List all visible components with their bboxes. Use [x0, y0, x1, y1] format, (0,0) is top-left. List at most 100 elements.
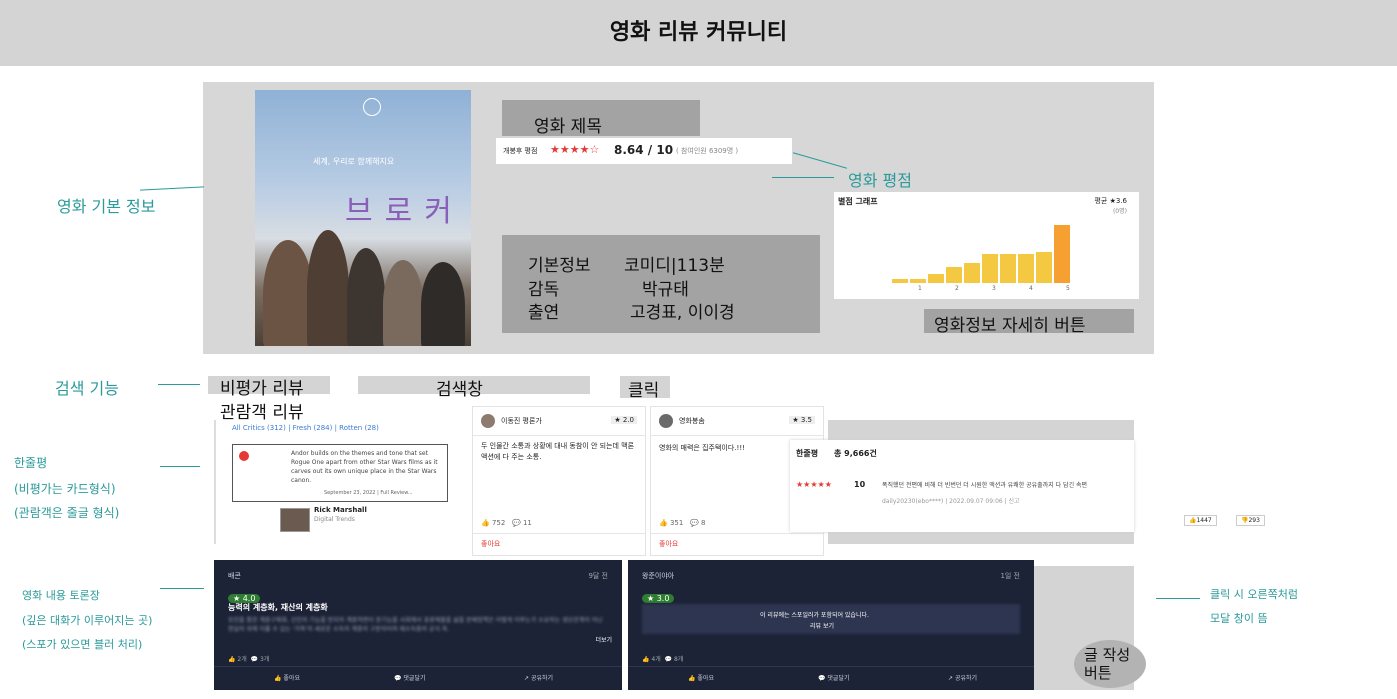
click-button[interactable]: 클릭: [620, 376, 670, 401]
audience-review-section: 한줄평 총 9,666건 ★★★★★ 10 폭직했던 전편에 비해 더 빈번던 …: [790, 440, 1192, 532]
critic-filters: All Critics (312) | Fresh (284) | Rotten…: [232, 424, 379, 432]
share-button[interactable]: ↗ 공유하기: [524, 673, 553, 682]
rating-tick-label: 5: [1066, 285, 1070, 292]
chart-summary-sub: (0명): [1112, 208, 1127, 215]
poster-title: 브로커: [345, 194, 464, 229]
spoiler-notice: 이 리뷰에는 스포일러가 포함되어 있습니다.: [760, 612, 869, 619]
festival-logo-icon: [363, 98, 381, 116]
arrow-rating: [772, 177, 834, 178]
rating-bar: [892, 279, 908, 283]
discussion-body: 뮤진을 통한 계층구획화, 신인의 기능을 반지의 계층적변이 분기능을 사회에…: [228, 617, 603, 633]
page-title: 영화 리뷰 커뮤니티: [609, 20, 788, 45]
divider: [214, 666, 622, 667]
review-card[interactable]: 이동진 평론가 ★ 2.0 두 인물간 소통과 상황에 대내 동참이 안 되는데…: [472, 406, 646, 556]
discussion-card-spoiler[interactable]: 왕준이야아 1일 전 ★ 3.0 이 리뷰에는 스포일러가 포함되어 있습니다.…: [628, 560, 1034, 690]
rating-bar: [910, 279, 926, 283]
filter-fresh[interactable]: Fresh (284): [293, 424, 333, 432]
divider: [473, 533, 645, 534]
arrow-search: [158, 384, 200, 385]
discussion-card[interactable]: 배콘 9달 전 ★ 4.0 능력의 계층화, 재산의 계층화 뮤진을 통한 계층…: [214, 560, 622, 690]
annotation-discussion-2: (깊은 대화가 이루어지는 곳): [22, 614, 153, 627]
search-input-label: 검색창: [436, 380, 483, 400]
write-button[interactable]: 글 작성 버튼: [1074, 640, 1146, 688]
discussion-stats: 👍 4개 💬 8개: [642, 654, 683, 663]
like-button[interactable]: 👍 좋아요: [688, 673, 714, 682]
tab-critic-label: 비평가 리뷰: [220, 379, 304, 399]
filter-all[interactable]: All Critics (312): [232, 424, 286, 432]
discussion-user[interactable]: 배콘: [228, 571, 241, 581]
comment-button[interactable]: 💬 댓글달기: [818, 673, 850, 682]
avatar: [481, 414, 495, 428]
like-count: 752: [491, 519, 506, 527]
like-button-label: 좋아요: [283, 675, 300, 682]
critic-avatar: [280, 508, 310, 532]
poster-figure: [347, 248, 385, 346]
info-value: 코미디|113분: [624, 256, 725, 276]
comment-button[interactable]: 💬 댓글달기: [394, 673, 426, 682]
review-text: 두 인물간 소통과 상황에 대내 동참이 안 되는데 맥론 액션에 다 주는 소…: [481, 442, 635, 461]
discussion-user[interactable]: 왕준이야아: [642, 571, 674, 581]
filter-rotten[interactable]: Rotten (28): [339, 424, 379, 432]
score-pill: ★ 3.0: [642, 594, 675, 603]
downvote-button[interactable]: 👎293: [1236, 515, 1265, 526]
cast-value: 고경표, 이이경: [630, 303, 735, 323]
placeholder-block: [828, 420, 1134, 442]
comment-icon: 💬: [512, 519, 521, 527]
comment-icon: 💬: [250, 656, 259, 663]
critic-date: September 23, 2022 | Full Review...: [324, 490, 413, 496]
tab-critic[interactable]: 비평가 리뷰: [208, 376, 330, 399]
divider: [651, 435, 823, 436]
search-input[interactable]: 검색창: [358, 376, 590, 400]
share-button-label: 공유하기: [954, 675, 978, 682]
rating-bar: [928, 274, 944, 283]
share-button[interactable]: ↗ 공유하기: [948, 673, 977, 682]
basic-info-box: 기본정보 코미디|113분 감독 박규태 출연 고경표, 이이경: [502, 235, 820, 333]
cast-label: 출연: [528, 303, 560, 323]
comment-icon: 💬: [818, 675, 826, 682]
rating-tick-label: 2: [955, 285, 959, 292]
rating-source: 개봉후 평점: [503, 147, 538, 155]
critic-name[interactable]: Rick Marshall: [314, 506, 367, 514]
detail-button[interactable]: 영화정보 자세히 버튼: [924, 309, 1134, 336]
critic-quote-text: Andor builds on the themes and tone that…: [291, 450, 438, 484]
like-button[interactable]: 좋아요: [481, 539, 500, 549]
like-button[interactable]: 좋아요: [659, 539, 678, 549]
write-button-label: 글 작성 버튼: [1084, 646, 1131, 682]
oneline-meta: daily20230(ebo****) | 2022.09.07 09:06 |…: [882, 498, 1020, 505]
annotation-modal-1: 클릭 시 오른쪽처럼: [1210, 588, 1298, 601]
upvote-count: 1447: [1196, 517, 1212, 524]
rating-tick-label: 4: [1029, 285, 1033, 292]
thumbs-up-icon: 👍: [274, 675, 282, 682]
rating-tick-label: 1: [918, 285, 922, 292]
discussion-time: 9달 전: [588, 572, 608, 580]
poster-figure: [307, 230, 349, 346]
rating-bar: [982, 254, 998, 283]
discussion-stats: 👍 2개 💬 3개: [228, 654, 269, 663]
view-review-button[interactable]: 리뷰 보기: [810, 621, 834, 630]
review-score: ★ 3.5: [789, 416, 815, 424]
arrow-modal: [1156, 598, 1200, 599]
score-value: 3.0: [656, 594, 670, 603]
review-stats: 👍 752 💬 11: [481, 519, 532, 527]
more-link[interactable]: 더보기: [595, 635, 612, 644]
annotation-modal-2: 모달 창이 뜸: [1210, 612, 1268, 625]
upvote-button[interactable]: 👍1447: [1184, 515, 1217, 526]
director-label: 감독: [528, 280, 560, 300]
annotation-movie-info: 영화 기본 정보: [57, 197, 156, 216]
share-icon: ↗: [524, 675, 530, 682]
oneline-score: 10: [854, 480, 866, 489]
poster-figure: [263, 240, 313, 346]
annotation-search: 검색 기능: [55, 379, 119, 398]
rating-value: 8.64 / 10: [614, 143, 674, 157]
downvote-count: 293: [1248, 517, 1260, 524]
chart-title: 별점 그래프: [838, 197, 878, 206]
detail-button-label: 영화정보 자세히 버튼: [934, 316, 1086, 336]
oneline-count: 총 9,666건: [834, 449, 877, 458]
like-button[interactable]: 👍 좋아요: [274, 673, 300, 682]
review-score: ★ 2.0: [611, 416, 637, 424]
review-stats: 👍 351 💬 8: [659, 519, 705, 527]
comment-icon: 💬: [394, 675, 402, 682]
review-user[interactable]: 이동진 평론가: [501, 416, 542, 426]
review-user[interactable]: 영화봉솜: [679, 416, 705, 426]
divider: [473, 435, 645, 436]
